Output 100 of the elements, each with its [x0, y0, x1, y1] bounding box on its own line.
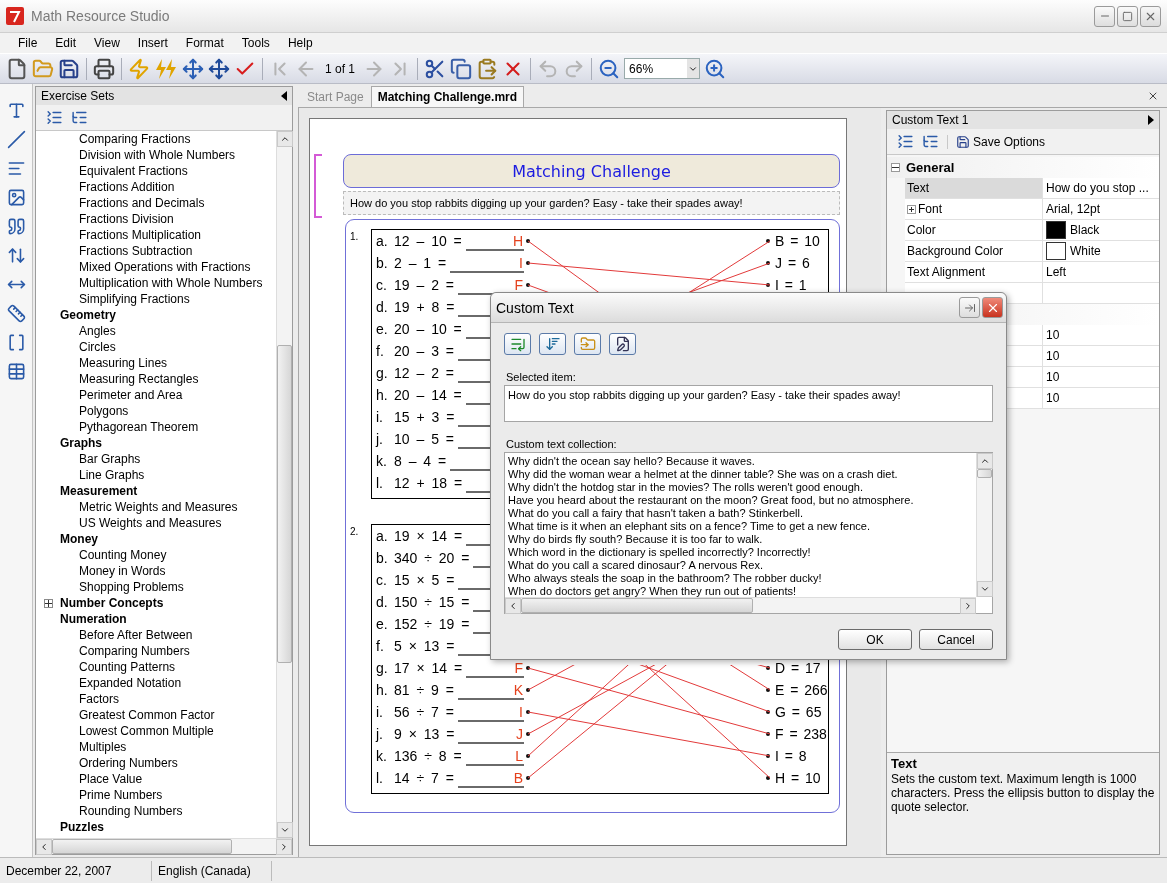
- list-item[interactable]: Why did the woman wear a helmet at the dinner table? She was on a crash diet.: [508, 468, 973, 481]
- tree-item[interactable]: Simplifying Fractions: [36, 291, 276, 307]
- tree-item[interactable]: Measuring Rectangles: [36, 371, 276, 387]
- selected-item-field[interactable]: How do you stop rabbits digging up your garden? Easy - take their spades away!: [504, 385, 993, 422]
- document-tab[interactable]: Matching Challenge.mrd: [370, 86, 525, 107]
- tree-item[interactable]: Comparing Numbers: [36, 643, 276, 659]
- equation: 10 – 5 =: [394, 431, 454, 447]
- tree-item[interactable]: Greatest Common Factor: [36, 707, 276, 723]
- dialog-title: Custom Text: [496, 299, 574, 316]
- tree-category[interactable]: Puzzles: [36, 819, 276, 835]
- property-value[interactable]: 10: [1046, 391, 1060, 405]
- tree-item[interactable]: Before After Between: [36, 627, 276, 643]
- tree-item[interactable]: Factors: [36, 691, 276, 707]
- equation: 19 – 2 =: [394, 277, 454, 293]
- property-value[interactable]: 10: [1046, 328, 1060, 342]
- tree-category[interactable]: Numeration: [36, 611, 276, 627]
- tree-item[interactable]: Bar Graphs: [36, 451, 276, 467]
- menu-item[interactable]: Insert: [128, 36, 177, 50]
- list-item[interactable]: Who always steals the soap in the bathroom? The robber ducky!: [508, 572, 973, 585]
- item-letter: h.: [375, 682, 389, 698]
- match-answer: D = 17: [775, 660, 821, 676]
- property-value[interactable]: Black: [1070, 223, 1100, 237]
- match-answer: G = 65: [775, 704, 822, 720]
- tree-item[interactable]: Multiples: [36, 739, 276, 755]
- list-item[interactable]: Why didn't the ocean say hello? Because it waves.: [508, 455, 973, 468]
- tree-item[interactable]: Fractions Addition: [36, 179, 276, 195]
- list-item[interactable]: Have you heard about the restaurant on the moon? Great food, but no atmosphere.: [508, 494, 973, 507]
- cancel-button[interactable]: Cancel: [919, 629, 993, 650]
- tree-item[interactable]: Fractions Subtraction: [36, 243, 276, 259]
- tree-item[interactable]: Circles: [36, 339, 276, 355]
- list-item[interactable]: What do you call a fairy that hasn't taken a bath? Stinkerbell.: [508, 507, 973, 520]
- item-letter: f.: [375, 343, 385, 359]
- tree-item[interactable]: Fractions Division: [36, 211, 276, 227]
- property-value[interactable]: White: [1070, 244, 1101, 258]
- item-letter: b.: [375, 550, 389, 566]
- property-name[interactable]: Text Alignment: [905, 262, 1043, 282]
- tree-item[interactable]: Polygons: [36, 403, 276, 419]
- tree-category[interactable]: Geometry: [36, 307, 276, 323]
- property-name[interactable]: Color: [905, 220, 1043, 240]
- list-item[interactable]: What do you call a scared dinosaur? A nervous Rex.: [508, 559, 973, 572]
- list-item[interactable]: When do doctors get angry? When they run out of patients!: [508, 585, 973, 597]
- tree-item[interactable]: Counting Money: [36, 547, 276, 563]
- menu-item[interactable]: Format: [176, 36, 233, 50]
- equation: 12 + 18 =: [394, 475, 463, 491]
- menu-item[interactable]: File: [9, 36, 47, 50]
- answer-line: K: [457, 680, 524, 700]
- property-category[interactable]: General: [887, 157, 1159, 178]
- property-name[interactable]: Text: [905, 178, 1043, 198]
- list-item[interactable]: What time is it when an elephant sits on a fence? Time to get a new fence.: [508, 520, 973, 533]
- tree-item[interactable]: Ordering Numbers: [36, 755, 276, 771]
- list-item[interactable]: Why didn't the hotdog star in the movies? The rolls weren't good enough.: [508, 481, 973, 494]
- tree-item[interactable]: Prime Numbers: [36, 787, 276, 803]
- equation: 20 – 14 =: [394, 387, 462, 403]
- list-item[interactable]: Which word in the dictionary is spelled incorrectly? Incorrectly!: [508, 546, 973, 559]
- tree-item[interactable]: Multiplication with Whole Numbers: [36, 275, 276, 291]
- property-value[interactable]: 10: [1046, 349, 1060, 363]
- match-answer: E = 266: [775, 682, 828, 698]
- tree-item[interactable]: Fractions and Decimals: [36, 195, 276, 211]
- equation: 15 × 5 =: [394, 572, 455, 588]
- tree-item[interactable]: Lowest Common Multiple: [36, 723, 276, 739]
- tree-category[interactable]: Money: [36, 531, 276, 547]
- property-name[interactable]: Font: [905, 199, 1043, 219]
- menu-item[interactable]: Help: [278, 36, 322, 50]
- tree-item[interactable]: US Weights and Measures: [36, 515, 276, 531]
- tree-item[interactable]: Measuring Lines: [36, 355, 276, 371]
- tree-item[interactable]: Shopping Problems: [36, 579, 276, 595]
- menu-item[interactable]: View: [85, 36, 129, 50]
- tree-item[interactable]: Mixed Operations with Fractions: [36, 259, 276, 275]
- equation: 17 × 14 =: [394, 660, 463, 676]
- tree-item[interactable]: Rounding Numbers: [36, 803, 276, 819]
- equation: 20 – 3 =: [394, 343, 454, 359]
- tree-item[interactable]: Comparing Fractions: [36, 131, 276, 147]
- tree-item[interactable]: Equivalent Fractions: [36, 163, 276, 179]
- tree-item[interactable]: Line Graphs: [36, 467, 276, 483]
- tree-item[interactable]: Money in Words: [36, 563, 276, 579]
- item-letter: g.: [375, 660, 389, 676]
- menu-item[interactable]: Tools: [232, 36, 279, 50]
- tree-item[interactable]: Pythagorean Theorem: [36, 419, 276, 435]
- ok-button[interactable]: OK: [838, 629, 912, 650]
- equation: 5 × 13 =: [394, 638, 455, 654]
- tree-item[interactable]: Metric Weights and Measures: [36, 499, 276, 515]
- property-value[interactable]: Arial, 12pt: [1046, 202, 1101, 216]
- tree-item[interactable]: Counting Patterns: [36, 659, 276, 675]
- tree-item[interactable]: Perimeter and Area: [36, 387, 276, 403]
- list-item[interactable]: Why do birds fly south? Because it is too far to walk.: [508, 533, 973, 546]
- property-value[interactable]: How do you stop ...: [1046, 181, 1149, 195]
- zoom-field[interactable]: 66%: [624, 58, 701, 79]
- tree-item[interactable]: Division with Whole Numbers: [36, 147, 276, 163]
- tree-category[interactable]: Number Concepts: [36, 595, 276, 611]
- tree-category[interactable]: Measurement: [36, 483, 276, 499]
- tree-category[interactable]: Graphs: [36, 435, 276, 451]
- tree-item[interactable]: Expanded Notation: [36, 675, 276, 691]
- tree-item[interactable]: Place Value: [36, 771, 276, 787]
- tree-item[interactable]: Fractions Multiplication: [36, 227, 276, 243]
- tree-item[interactable]: Angles: [36, 323, 276, 339]
- menu-item[interactable]: Edit: [46, 36, 86, 50]
- item-letter: k.: [375, 748, 388, 764]
- property-name[interactable]: Background Color: [905, 241, 1043, 261]
- property-value[interactable]: Left: [1046, 265, 1066, 279]
- property-value[interactable]: 10: [1046, 370, 1060, 384]
